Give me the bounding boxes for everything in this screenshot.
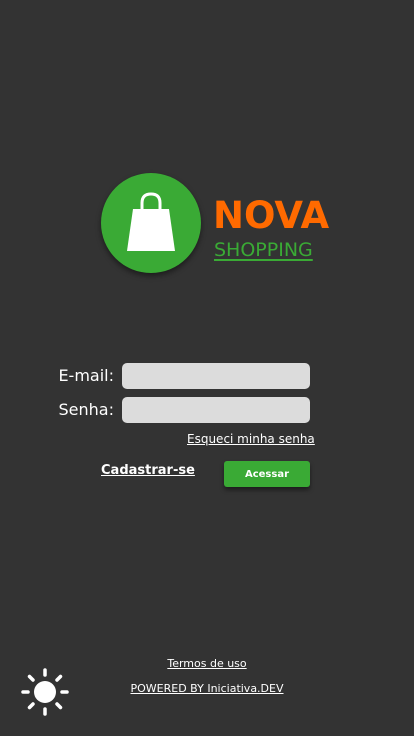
shopping-bag-icon: [127, 192, 175, 251]
submit-button[interactable]: Acessar: [224, 461, 310, 487]
register-link[interactable]: Cadastrar-se: [101, 464, 195, 477]
password-input[interactable]: [122, 397, 310, 423]
brand-name-shopping: SHOPPING: [214, 239, 313, 261]
forgot-password-link[interactable]: Esqueci minha senha: [187, 433, 315, 445]
sun-icon: [21, 668, 69, 716]
brand-logo: NOVA SHOPPING: [101, 173, 329, 273]
theme-toggle-button[interactable]: [21, 668, 69, 716]
email-input[interactable]: [122, 363, 310, 389]
email-label: E-mail:: [58, 366, 114, 385]
logo-circle: [101, 173, 201, 273]
login-screen: NOVA SHOPPING E-mail: Senha: Esqueci min…: [0, 0, 414, 736]
password-label: Senha:: [58, 400, 114, 419]
brand-name-nova: NOVA: [213, 194, 330, 237]
